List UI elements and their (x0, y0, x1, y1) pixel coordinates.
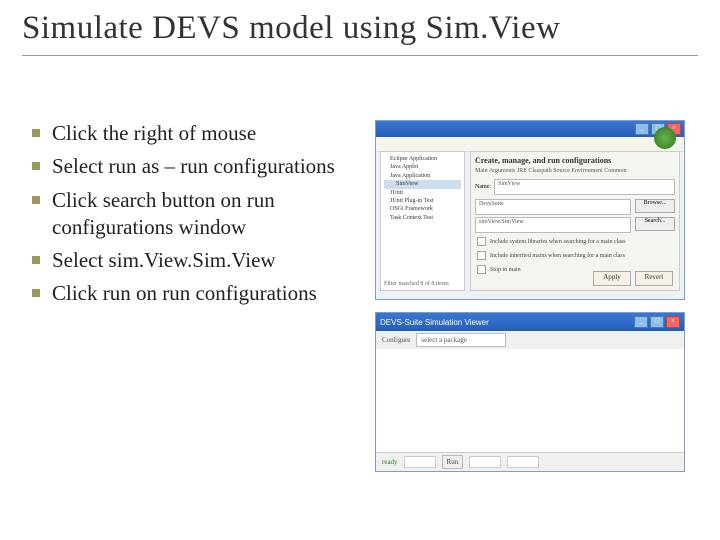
screenshot-simview: DEVS-Suite Simulation Viewer _ □ × Confi… (375, 312, 685, 472)
bullet-item: Click the right of mouse (20, 120, 360, 147)
window-titlebar: _ □ × (376, 121, 684, 137)
tree-item[interactable]: JUnit Plug-in Test (384, 197, 461, 205)
slide: Simulate DEVS model using Sim.View Click… (0, 0, 720, 540)
window-title: DEVS-Suite Simulation Viewer (380, 318, 489, 327)
bullet-item: Select run as – run configurations (20, 153, 360, 180)
menu-configure[interactable]: Configure (382, 336, 410, 344)
checkbox[interactable] (477, 237, 486, 246)
checkbox-row[interactable]: Include inherited mains when searching f… (475, 249, 675, 262)
tree-item-selected[interactable]: SimView (384, 180, 461, 188)
status-box (507, 456, 539, 468)
toolbar-strip (376, 137, 684, 152)
browse-button[interactable]: Browse... (635, 199, 675, 213)
minimize-icon[interactable]: _ (635, 123, 649, 135)
bullet-item: Click run on run configurations (20, 280, 360, 307)
tabs-row[interactable]: Main Arguments JRE Classpath Source Envi… (475, 168, 675, 174)
tree-item[interactable]: Eclipse Application (384, 155, 461, 163)
mainclass-field[interactable]: simView.SimView (475, 217, 631, 233)
slide-title: Simulate DEVS model using Sim.View (22, 8, 698, 49)
tree-item[interactable]: OSGi Framework (384, 205, 461, 213)
config-tree[interactable]: Eclipse Application Java Applet Java App… (380, 151, 465, 291)
screenshot-run-config: _ □ × Eclipse Application Java Applet Ja… (375, 120, 685, 300)
status-text: ready (382, 458, 398, 466)
package-dropdown[interactable]: select a package (416, 333, 506, 347)
bullet-item: Click search button on run configuration… (20, 187, 360, 242)
config-header: Create, manage, and run configurations (475, 156, 675, 165)
apply-button[interactable]: Apply (593, 271, 631, 286)
tree-item[interactable]: Java Application (384, 172, 461, 180)
name-field[interactable]: SimView (494, 179, 675, 195)
search-button[interactable]: Search... (635, 217, 675, 231)
bullet-item: Select sim.View.Sim.View (20, 247, 360, 274)
toolbar: Configure select a package (376, 331, 684, 350)
tree-item[interactable]: JUnit (384, 189, 461, 197)
tree-item[interactable]: Task Context Test (384, 214, 461, 222)
close-icon[interactable]: × (666, 316, 680, 328)
image-column: _ □ × Eclipse Application Java Applet Ja… (375, 120, 695, 484)
checkbox[interactable] (477, 251, 486, 260)
window-titlebar: DEVS-Suite Simulation Viewer _ □ × (376, 313, 684, 331)
status-bar: ready Run (376, 452, 684, 471)
filter-text: Filter matched 8 of 8 items (384, 280, 449, 288)
content-column: Click the right of mouse Select run as –… (20, 120, 360, 314)
tree-item[interactable]: Java Applet (384, 163, 461, 171)
checkbox[interactable] (477, 265, 486, 274)
run-icon (654, 127, 676, 149)
title-container: Simulate DEVS model using Sim.View (22, 8, 698, 56)
run-button[interactable]: Run (442, 455, 464, 469)
config-panel: Create, manage, and run configurations M… (470, 151, 680, 291)
button-row: Apply Revert (593, 271, 673, 286)
name-label: Name: (475, 184, 491, 190)
revert-button[interactable]: Revert (635, 271, 673, 286)
maximize-icon[interactable]: □ (650, 316, 664, 328)
minimize-icon[interactable]: _ (634, 316, 648, 328)
status-box (469, 456, 501, 468)
checkbox-row[interactable]: Include system libraries when searching … (475, 235, 675, 248)
project-field[interactable]: DevsSuite (475, 199, 631, 215)
bullet-list: Click the right of mouse Select run as –… (20, 120, 360, 308)
simview-canvas[interactable] (376, 349, 684, 453)
status-box (404, 456, 436, 468)
